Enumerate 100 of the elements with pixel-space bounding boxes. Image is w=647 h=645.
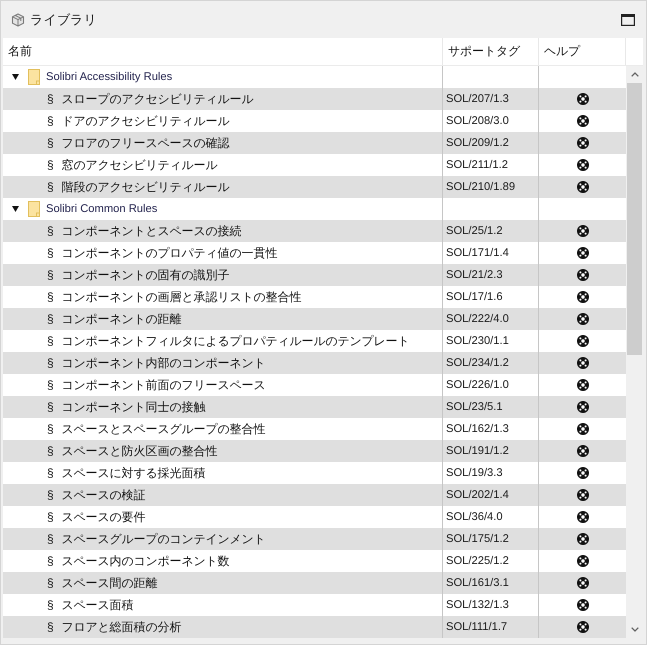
section-sign: §	[47, 576, 54, 590]
rule-name: スペース間の距離	[62, 576, 158, 590]
lifebuoy-icon[interactable]	[576, 181, 588, 193]
tree-row[interactable]: § フロアのフリースペースの確認 SOL/209/1.2	[3, 132, 626, 154]
scrollbar-thumb[interactable]	[627, 83, 642, 355]
caret-icon[interactable]	[12, 74, 19, 80]
tree-row[interactable]: § 階段のアクセシビリティルール SOL/210/1.89	[3, 176, 626, 198]
rule-name: 窓のアクセシビリティルール	[62, 158, 218, 172]
lifebuoy-icon[interactable]	[576, 577, 588, 589]
section-sign: §	[47, 510, 54, 524]
section-sign: §	[47, 246, 54, 260]
tree-row[interactable]: § コンポーネントとスペースの接続 SOL/25/1.2	[3, 220, 626, 242]
lifebuoy-icon[interactable]	[576, 511, 588, 523]
section-sign: §	[47, 136, 54, 150]
lifebuoy-icon[interactable]	[576, 269, 588, 281]
rule-name: スペースと防火区画の整合性	[62, 444, 218, 458]
group-name: Solibri Accessibility Rules	[46, 70, 172, 84]
tree-row[interactable]: § コンポーネント同士の接触 SOL/23/5.1	[3, 396, 626, 418]
lifebuoy-icon[interactable]	[576, 401, 588, 413]
tree-row[interactable]: § フロアと総面積の分析 SOL/111/1.7	[3, 616, 626, 638]
rule-name: スペースグループのコンテインメント	[62, 532, 266, 546]
lifebuoy-icon[interactable]	[576, 489, 588, 501]
rule-name: スペースの検証	[62, 488, 146, 502]
rule-name: スロープのアクセシビリティルール	[62, 92, 254, 106]
lifebuoy-icon[interactable]	[576, 445, 588, 457]
rule-name: ドアのアクセシビリティルール	[62, 114, 230, 128]
rule-name: フロアと総面積の分析	[62, 620, 182, 634]
rule-name: スペースの要件	[62, 510, 146, 524]
rule-name: コンポーネント同士の接触	[62, 400, 206, 414]
lifebuoy-icon[interactable]	[576, 599, 588, 611]
lifebuoy-icon[interactable]	[576, 93, 588, 105]
column-header[interactable]: サポートタグ	[443, 38, 539, 65]
section-sign: §	[47, 598, 54, 612]
section-sign: §	[47, 312, 54, 326]
section-sign: §	[47, 466, 54, 480]
section-sign: §	[47, 400, 54, 414]
lifebuoy-icon[interactable]	[576, 555, 588, 567]
tree-row[interactable]: § スペース間の距離 SOL/161/3.1	[3, 572, 626, 594]
section-sign: §	[47, 334, 54, 348]
column-header[interactable]: 名前	[3, 38, 443, 65]
tree-row[interactable]: § コンポーネント内部のコンポーネント SOL/234/1.2	[3, 352, 626, 374]
lifebuoy-icon[interactable]	[576, 115, 588, 127]
lifebuoy-icon[interactable]	[576, 225, 588, 237]
section-sign: §	[47, 620, 54, 634]
section-sign: §	[47, 356, 54, 370]
lifebuoy-icon[interactable]	[576, 357, 588, 369]
chevron-up-icon[interactable]	[630, 72, 638, 77]
rule-name: スペースとスペースグループの整合性	[62, 422, 266, 436]
folder-icon	[28, 69, 40, 85]
lifebuoy-icon[interactable]	[576, 335, 588, 347]
section-sign: §	[47, 114, 54, 128]
section-sign: §	[47, 422, 54, 436]
section-sign: §	[47, 532, 54, 546]
rule-name: コンポーネントとスペースの接続	[62, 224, 242, 238]
section-sign: §	[47, 554, 54, 568]
section-sign: §	[47, 158, 54, 172]
box-icon	[11, 12, 25, 26]
rule-name: コンポーネント前面のフリースペース	[62, 378, 266, 392]
lifebuoy-icon[interactable]	[576, 379, 588, 391]
section-sign: §	[47, 268, 54, 282]
rule-name: コンポーネントの距離	[62, 312, 182, 326]
lifebuoy-icon[interactable]	[576, 533, 588, 545]
table-cell: SOL/111/1.7	[443, 616, 539, 638]
rule-name: コンポーネント内部のコンポーネント	[62, 356, 266, 370]
group-name: Solibri Common Rules	[46, 202, 158, 216]
section-sign: §	[47, 444, 54, 458]
tree-row[interactable]: § スペースと防火区画の整合性 SOL/191/1.2	[3, 440, 626, 462]
folder-icon	[28, 201, 40, 217]
section-sign: §	[47, 378, 54, 392]
rule-name: コンポーネントのプロパティ値の一貫性	[62, 246, 278, 260]
lifebuoy-icon[interactable]	[576, 247, 588, 259]
tree-row[interactable]: § コンポーネントの固有の識別子 SOL/21/2.3	[3, 264, 626, 286]
section-sign: §	[47, 488, 54, 502]
tree-row[interactable]: § スペースグループのコンテインメント SOL/175/1.2	[3, 528, 626, 550]
lifebuoy-icon[interactable]	[576, 137, 588, 149]
rule-name: 階段のアクセシビリティルール	[62, 180, 230, 194]
lifebuoy-icon[interactable]	[576, 159, 588, 171]
rule-name: スペース内のコンポーネント数	[62, 554, 230, 568]
rule-name: フロアのフリースペースの確認	[62, 136, 230, 150]
rule-name: スペース面積	[62, 598, 134, 612]
tree-row[interactable]: § スロープのアクセシビリティルール SOL/207/1.3	[3, 88, 626, 110]
lifebuoy-icon[interactable]	[576, 467, 588, 479]
lifebuoy-icon[interactable]	[576, 621, 588, 633]
caret-icon[interactable]	[12, 206, 19, 212]
lifebuoy-icon[interactable]	[576, 423, 588, 435]
section-sign: §	[47, 224, 54, 238]
section-sign: §	[47, 290, 54, 304]
section-sign: §	[47, 180, 54, 194]
lifebuoy-icon[interactable]	[576, 313, 588, 325]
tree-row[interactable]: § スペースの検証 SOL/202/1.4	[3, 484, 626, 506]
rule-name: コンポーネントフィルタによるプロパティルールのテンプレート	[62, 334, 410, 348]
lifebuoy-icon[interactable]	[576, 291, 588, 303]
panel-title: ライブラリ	[30, 12, 97, 28]
maximize-icon[interactable]	[621, 14, 635, 26]
rule-name: コンポーネントの画層と承認リストの整合性	[62, 290, 302, 304]
rule-name: コンポーネントの固有の識別子	[62, 268, 230, 282]
section-sign: §	[47, 92, 54, 106]
chevron-down-icon[interactable]	[630, 627, 638, 632]
rule-name: スペースに対する採光面積	[62, 466, 206, 480]
tree-row[interactable]: § コンポーネントの距離 SOL/222/4.0	[3, 308, 626, 330]
